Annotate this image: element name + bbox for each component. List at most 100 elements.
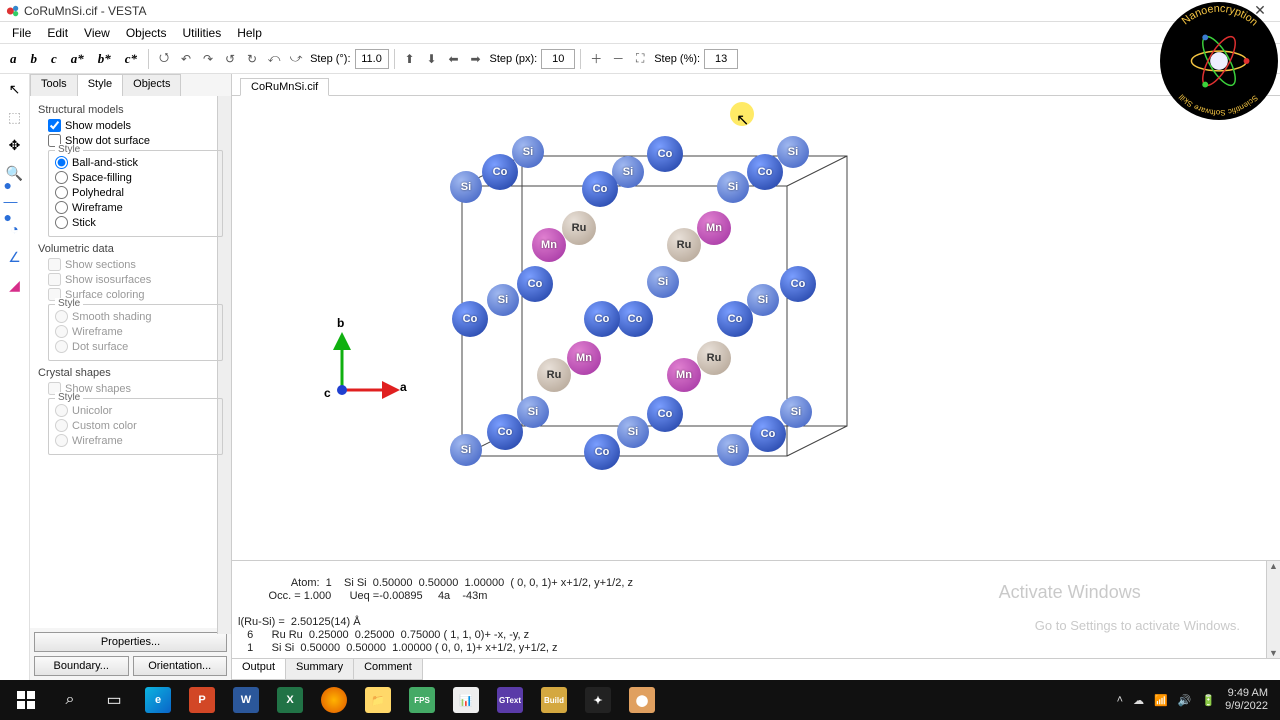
atom-si[interactable]: Si [747,284,779,316]
tray-chevron-icon[interactable]: ˄ [1117,694,1123,706]
ppt-icon[interactable]: P [180,682,224,718]
ball-stick-radio[interactable] [55,156,68,169]
polyhedral-radio[interactable] [55,186,68,199]
output-tab-summary[interactable]: Summary [285,659,354,680]
menu-help[interactable]: Help [229,24,270,42]
rot-up-icon[interactable]: ↶ [176,49,196,69]
axis-c-button[interactable]: c [45,49,63,69]
tray-battery-icon[interactable]: 🔋 [1201,694,1215,707]
output-text[interactable]: Atom: 1 Si Si 0.50000 0.50000 1.00000 ( … [232,561,1280,658]
move-left-icon[interactable]: ⬅ [444,49,464,69]
atom-co[interactable]: Co [517,266,553,302]
atom-co[interactable]: Co [647,396,683,432]
axis-cstar-button[interactable]: c* [119,49,143,69]
clock[interactable]: 9:49 AM 9/9/2022 [1225,687,1268,713]
start-button[interactable] [4,682,48,718]
atom-mn[interactable]: Mn [667,358,701,392]
output-tab-comment[interactable]: Comment [353,659,423,680]
word-icon[interactable]: W [224,682,268,718]
tab-style[interactable]: Style [77,74,123,96]
atom-co[interactable]: Co [747,154,783,190]
atom-co[interactable]: Co [487,414,523,450]
select-tool-icon[interactable]: ⬚ [4,106,26,128]
stick-radio[interactable] [55,216,68,229]
output-tab-output[interactable]: Output [231,659,286,680]
tab-objects[interactable]: Objects [122,74,181,96]
tilt-right-icon[interactable]: ⤻ [286,49,306,69]
atom-co[interactable]: Co [452,301,488,337]
atom-ru[interactable]: Ru [537,358,571,392]
zoom-out-icon[interactable]: － [608,49,628,69]
atom-co[interactable]: Co [582,171,618,207]
app1-icon[interactable]: FPS [400,682,444,718]
app4-icon[interactable]: Build [532,682,576,718]
step-pct-input[interactable] [704,49,738,69]
atom-si[interactable]: Si [647,266,679,298]
move-tool-icon[interactable]: ✥ [4,134,26,156]
move-down-icon[interactable]: ⬇ [422,49,442,69]
rotate-tool-icon[interactable]: ⭯ [154,49,174,69]
atom-co[interactable]: Co [584,301,620,337]
3d-canvas[interactable]: Si Co Si Co Co Si Co Si Si Ru Mn Mn Ru C… [232,96,1280,560]
atom-si[interactable]: Si [780,396,812,428]
menu-utilities[interactable]: Utilities [175,24,230,42]
axis-b-button[interactable]: b [25,49,44,69]
step-px-input[interactable] [541,49,575,69]
atom-mn[interactable]: Mn [567,341,601,375]
atom-co[interactable]: Co [482,154,518,190]
menu-objects[interactable]: Objects [118,24,175,42]
explorer-icon[interactable]: 📁 [356,682,400,718]
axis-a-button[interactable]: a [4,49,23,69]
atom-co[interactable]: Co [647,136,683,172]
axis-astar-button[interactable]: a* [65,49,90,69]
atom-si[interactable]: Si [450,434,482,466]
excel-icon[interactable]: X [268,682,312,718]
menu-file[interactable]: File [4,24,39,42]
boundary-button[interactable]: Boundary... [34,656,129,676]
move-up-icon[interactable]: ⬆ [400,49,420,69]
atom-si[interactable]: Si [777,136,809,168]
dihedral-tool-icon[interactable]: ∠ [4,246,26,268]
atom-si[interactable]: Si [717,434,749,466]
tray-sound-icon[interactable]: 🔊 [1178,694,1192,707]
atom-si[interactable]: Si [450,171,482,203]
angle-tool-icon[interactable]: ◔ [4,218,26,240]
atom-co[interactable]: Co [584,434,620,470]
atom-mn[interactable]: Mn [532,228,566,262]
atom-co[interactable]: Co [617,301,653,337]
pointer-tool-icon[interactable]: ↖ [4,78,26,100]
search-button[interactable]: ⌕ [48,682,92,718]
fit-icon[interactable]: ⛶ [630,49,650,69]
atom-ru[interactable]: Ru [562,211,596,245]
plane-tool-icon[interactable]: ◢ [4,274,26,296]
atom-si[interactable]: Si [617,416,649,448]
zoom-in-icon[interactable]: ＋ [586,49,606,69]
atom-co[interactable]: Co [780,266,816,302]
app5-icon[interactable]: ⬤ [620,682,664,718]
atom-si[interactable]: Si [487,284,519,316]
axis-bstar-button[interactable]: b* [92,49,117,69]
atom-si[interactable]: Si [717,171,749,203]
firefox-icon[interactable] [312,682,356,718]
atom-ru[interactable]: Ru [667,228,701,262]
menu-edit[interactable]: Edit [39,24,76,42]
tab-tools[interactable]: Tools [30,74,78,96]
properties-button[interactable]: Properties... [34,632,227,652]
rot-left-icon[interactable]: ↺ [220,49,240,69]
move-right-icon[interactable]: ➡ [466,49,486,69]
atom-mn[interactable]: Mn [697,211,731,245]
atom-si[interactable]: Si [512,136,544,168]
tilt-left-icon[interactable]: ⤺ [264,49,284,69]
taskview-button[interactable]: ▭ [92,682,136,718]
orientation-button[interactable]: Orientation... [133,656,228,676]
wireframe-radio[interactable] [55,201,68,214]
doc-tab[interactable]: CoRuMnSi.cif [240,78,329,96]
atom-co[interactable]: Co [750,416,786,452]
space-fill-radio[interactable] [55,171,68,184]
tray[interactable]: ˄ ☁ 📶 🔊 🔋 9:49 AM 9/9/2022 [1117,687,1276,713]
vesta-icon[interactable]: ✦ [576,682,620,718]
app3-icon[interactable]: GText [488,682,532,718]
bond-tool-icon[interactable]: ●—● [4,190,26,212]
step-deg-input[interactable] [355,49,389,69]
show-models-check[interactable] [48,119,61,132]
